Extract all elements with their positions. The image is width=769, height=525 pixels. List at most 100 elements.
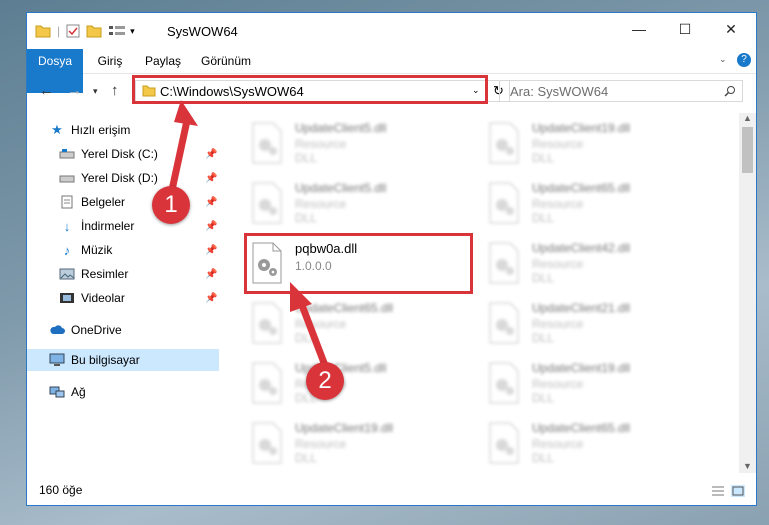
address-bar-highlight xyxy=(132,75,488,104)
dll-file-icon xyxy=(252,422,282,464)
pin-icon[interactable]: 📌 xyxy=(205,269,217,280)
dll-file-icon xyxy=(252,362,282,404)
file-description: Resource DLL xyxy=(295,137,347,165)
properties-icon[interactable] xyxy=(66,24,80,38)
dll-file-icon xyxy=(252,182,282,224)
pin-icon[interactable]: 📌 xyxy=(205,173,217,184)
folder-icon xyxy=(35,25,51,38)
file-name: UpdateClient65.dll xyxy=(295,301,394,315)
file-name: UpdateClient5.dll xyxy=(295,121,387,135)
maximize-button[interactable]: ☐ xyxy=(662,13,708,45)
recent-locations-icon[interactable]: ▾ xyxy=(93,86,98,97)
close-button[interactable]: ✕ xyxy=(708,13,754,45)
file-description: Resource DLL xyxy=(532,197,584,225)
cloud-icon xyxy=(49,322,65,338)
search-box[interactable]: Ara: SysWOW64 xyxy=(499,80,743,102)
sidebar-item-label: Hızlı erişim xyxy=(71,123,131,137)
sidebar-item-local-disk-c[interactable]: Yerel Disk (C:) xyxy=(59,143,158,165)
ribbon: Dosya Giriş Paylaş Görünüm ⌄ ? xyxy=(27,49,756,93)
chevron-down-icon[interactable]: ▾ xyxy=(130,26,135,37)
star-icon: ★ xyxy=(51,122,63,137)
sidebar-item-label: İndirmeler xyxy=(81,219,135,233)
sidebar-item-this-pc[interactable]: Bu bilgisayar xyxy=(27,349,219,371)
sidebar-item-network[interactable]: Ağ xyxy=(49,381,86,403)
sidebar-item-quick-access[interactable]: ★ Hızlı erişim xyxy=(49,119,130,141)
file-description: Resource DLL xyxy=(532,317,584,345)
sidebar-item-label: Bu bilgisayar xyxy=(71,353,140,367)
sidebar-item-pictures[interactable]: Resimler xyxy=(59,263,128,285)
file-name: UpdateClient65.dll xyxy=(532,421,631,435)
dll-file-icon xyxy=(252,302,282,344)
sidebar-item-label: Ağ xyxy=(71,385,86,399)
drive-icon xyxy=(59,170,75,186)
dll-file-icon xyxy=(489,302,519,344)
tab-share[interactable]: Paylaş xyxy=(137,49,189,73)
scroll-up-icon[interactable]: ▲ xyxy=(743,113,752,123)
computer-icon xyxy=(49,352,65,368)
drive-icon xyxy=(59,146,75,162)
dll-file-icon xyxy=(489,422,519,464)
sidebar-item-label: OneDrive xyxy=(71,323,122,337)
sidebar-item-documents[interactable]: Belgeler xyxy=(59,191,125,213)
minimize-button[interactable]: — xyxy=(616,13,662,45)
pin-icon[interactable]: 📌 xyxy=(205,293,217,304)
sidebar-item-downloads[interactable]: ↓ İndirmeler xyxy=(59,215,135,237)
file-name: UpdateClient42.dll xyxy=(532,241,631,255)
pin-icon[interactable]: 📌 xyxy=(205,149,217,160)
file-name: UpdateClient5.dll xyxy=(295,181,387,195)
pin-icon[interactable]: 📌 xyxy=(205,221,217,232)
scrollbar-thumb[interactable] xyxy=(742,127,753,173)
download-icon: ↓ xyxy=(63,218,71,234)
large-icons-view-icon[interactable] xyxy=(731,485,745,497)
file-name: UpdateClient19.dll xyxy=(532,361,631,375)
file-description: Resource DLL xyxy=(532,137,584,165)
file-name: UpdateClient19.dll xyxy=(295,421,394,435)
search-placeholder: Ara: SysWOW64 xyxy=(510,84,609,99)
new-folder-icon[interactable] xyxy=(86,24,102,38)
sidebar-item-label: Yerel Disk (C:) xyxy=(81,147,158,161)
pictures-icon xyxy=(59,266,75,282)
file-description: Resource DLL xyxy=(295,197,347,225)
item-count: 160 öğe xyxy=(39,483,83,497)
music-icon: ♪ xyxy=(63,242,71,258)
file-name: UpdateClient65.dll xyxy=(532,181,631,195)
sidebar-item-label: Yerel Disk (D:) xyxy=(81,171,158,185)
vertical-scrollbar[interactable]: ▲ ▼ xyxy=(739,113,756,473)
sidebar-item-local-disk-d[interactable]: Yerel Disk (D:) xyxy=(59,167,158,189)
file-description: Resource DLL xyxy=(532,377,584,405)
title-bar: | ▾ SysWOW64 — ☐ ✕ xyxy=(27,13,756,49)
help-icon[interactable]: ? xyxy=(737,53,751,67)
sidebar-item-music[interactable]: ♪ Müzik xyxy=(59,239,113,261)
sidebar-item-label: Belgeler xyxy=(81,195,126,209)
dll-file-icon xyxy=(489,242,519,284)
tab-home[interactable]: Giriş xyxy=(87,49,133,73)
scroll-down-icon[interactable]: ▼ xyxy=(743,461,752,471)
file-description: Resource DLL xyxy=(532,257,584,285)
sidebar-item-videos[interactable]: Videolar xyxy=(59,287,125,309)
file-name: UpdateClient21.dll xyxy=(532,301,631,315)
up-arrow-icon[interactable]: ↑ xyxy=(111,82,119,99)
back-arrow-icon[interactable]: ← xyxy=(39,82,54,99)
expand-ribbon-icon[interactable]: ⌄ xyxy=(719,54,727,65)
toolbar-separator: | xyxy=(57,24,61,38)
pin-icon[interactable]: 📌 xyxy=(205,197,217,208)
sidebar-item-onedrive[interactable]: OneDrive xyxy=(49,319,122,341)
forward-arrow-icon[interactable]: → xyxy=(67,82,82,99)
callout-1: 1 xyxy=(152,186,190,224)
pin-icon[interactable]: 📌 xyxy=(205,245,217,256)
file-description: Resource DLL xyxy=(295,317,347,345)
tab-view[interactable]: Görünüm xyxy=(193,49,259,73)
dll-file-icon xyxy=(489,182,519,224)
window-title: SysWOW64 xyxy=(167,24,238,39)
view-options-icon[interactable] xyxy=(108,24,126,38)
status-bar: 160 öğe xyxy=(27,479,756,503)
file-description: Resource DLL xyxy=(295,437,347,465)
video-icon xyxy=(59,290,75,306)
search-icon xyxy=(724,86,735,97)
dll-file-icon xyxy=(489,362,519,404)
sidebar-item-label: Videolar xyxy=(81,291,125,305)
details-view-icon[interactable] xyxy=(711,485,725,497)
file-description: Resource DLL xyxy=(532,437,584,465)
file-name: UpdateClient19.dll xyxy=(532,121,631,135)
network-icon xyxy=(49,384,65,400)
